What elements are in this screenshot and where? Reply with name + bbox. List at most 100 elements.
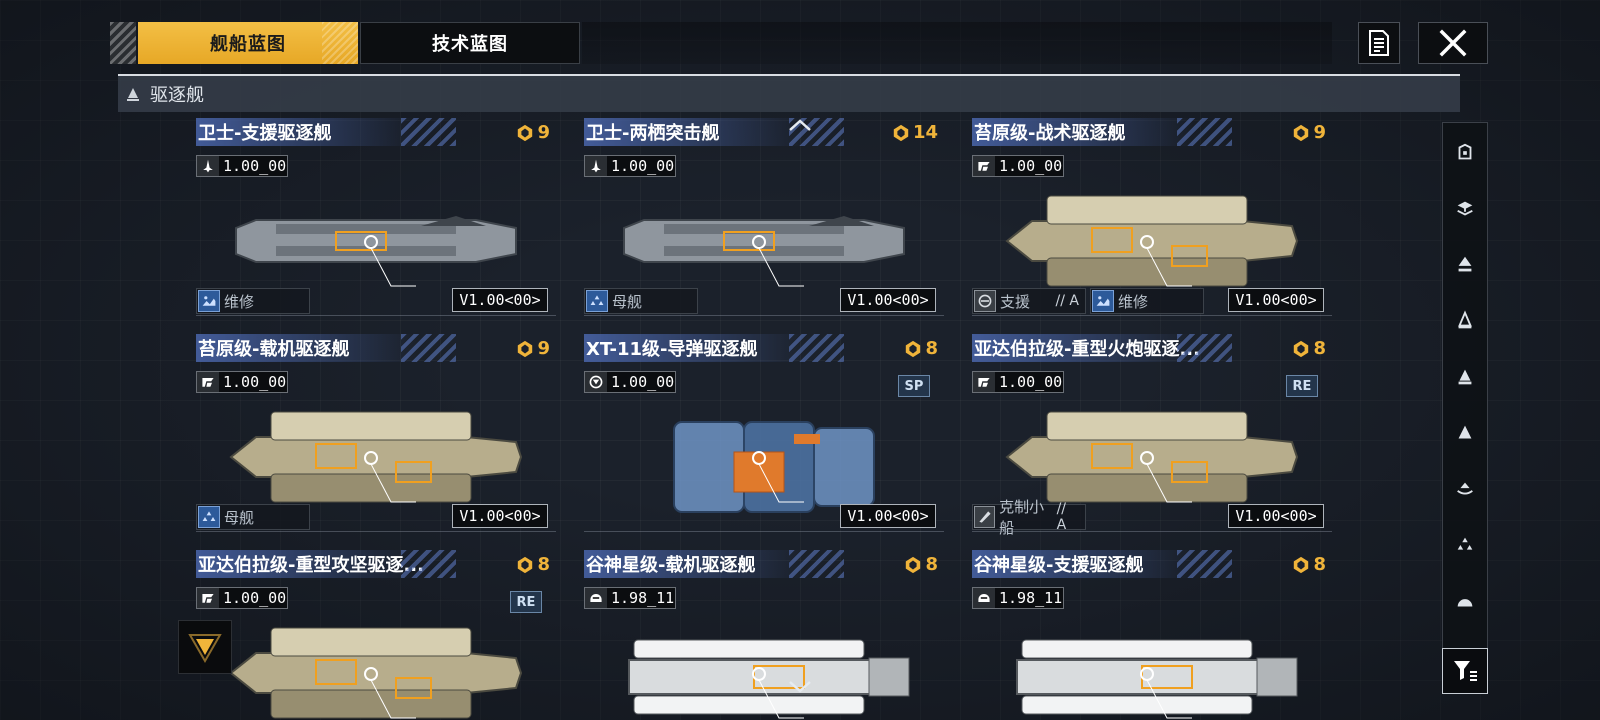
card-baseline xyxy=(972,531,1332,532)
card-baseline xyxy=(584,315,944,316)
helmet-icon xyxy=(590,594,602,602)
blueprint-cost: 9 xyxy=(516,338,550,359)
rail-class-filter[interactable] xyxy=(1443,355,1487,399)
destroyer-icon xyxy=(1458,310,1472,329)
scroll-down-icon[interactable] xyxy=(788,680,812,694)
scroll-up-icon[interactable] xyxy=(788,118,812,132)
coin-icon xyxy=(518,124,533,141)
cost-value: 9 xyxy=(537,338,550,359)
role-tag: 母舰 xyxy=(196,504,310,530)
blueprint-cost: 8 xyxy=(1292,338,1326,359)
role-icon-wrap xyxy=(1092,290,1114,312)
fighter-icon xyxy=(203,159,213,173)
support-icon xyxy=(978,294,992,308)
tab-tech-blueprint[interactable]: 技术蓝图 xyxy=(360,22,580,64)
ship-name: XT-11级-导弹驱逐舰 xyxy=(586,339,758,360)
role-icon-wrap xyxy=(198,506,220,528)
faction-icon xyxy=(202,594,214,603)
coin-icon xyxy=(906,556,921,573)
rail-class-filter[interactable] xyxy=(1443,187,1487,231)
role-tag: 母舰 xyxy=(584,288,698,314)
ship-name: 苔原级-载机驱逐舰 xyxy=(198,339,350,360)
role-grade: // A xyxy=(1056,501,1067,533)
tab-label: 舰船蓝图 xyxy=(210,34,286,55)
role-tag: 维修 xyxy=(196,288,310,314)
ship-blueprint-render xyxy=(673,421,875,513)
counter-icon xyxy=(978,511,991,523)
cruiser-icon xyxy=(1458,369,1472,385)
flagship-icon xyxy=(1458,143,1472,160)
close-icon xyxy=(1439,29,1467,57)
corner-rank-badge[interactable] xyxy=(178,620,232,674)
rail-class-filter[interactable] xyxy=(1443,467,1487,511)
ship-name: 谷神星级-支援驱逐舰 xyxy=(974,555,1144,576)
carrier-class-icon xyxy=(1457,482,1473,495)
ship-name: 谷神星级-载机驱逐舰 xyxy=(586,555,756,576)
rail-class-filter[interactable] xyxy=(1443,411,1487,455)
ship-name-banner: 谷神星级-载机驱逐舰 xyxy=(584,550,844,578)
role-label: 维修 xyxy=(224,292,255,311)
cost-value: 9 xyxy=(1313,122,1326,143)
cost-value: 9 xyxy=(537,122,550,143)
cost-value: 8 xyxy=(925,554,938,575)
ship-blueprint-render xyxy=(1016,639,1298,719)
card-baseline xyxy=(196,315,556,316)
coin-icon xyxy=(893,124,909,141)
tab-stripe-decoration xyxy=(110,22,136,64)
role-grade: // A xyxy=(1055,293,1079,309)
blueprint-version-tag: V1.00<00> xyxy=(1228,288,1324,312)
rail-class-filter[interactable] xyxy=(1443,299,1487,343)
tab-ship-blueprint[interactable]: 舰船蓝图 xyxy=(138,22,358,64)
blueprint-version-tag: V1.00<00> xyxy=(452,504,548,528)
coin-icon xyxy=(1294,124,1309,141)
card-baseline xyxy=(584,531,944,532)
category-label: 驱逐舰 xyxy=(150,85,204,106)
ship-card[interactable]: 卫士-支援驱逐舰 9 1.00_00 维修 V1.00<00> xyxy=(196,118,556,323)
ship-card[interactable]: 苔原级-载机驱逐舰 9 1.00_00 母舰 V1.00<00> xyxy=(196,334,556,539)
faction-icon xyxy=(978,378,990,387)
cost-value: 8 xyxy=(1313,338,1326,359)
ship-card[interactable]: 谷神星级-支援驱逐舰 8 1.98_11 xyxy=(972,550,1332,720)
ship-name-banner: 谷神星级-支援驱逐舰 xyxy=(972,550,1232,578)
blueprint-version-tag: V1.00<00> xyxy=(452,288,548,312)
ship-name: 卫士-两栖突击舰 xyxy=(586,123,720,144)
faction-icon xyxy=(202,378,214,387)
rail-class-filter[interactable] xyxy=(1443,579,1487,623)
tab-label: 技术蓝图 xyxy=(432,34,508,55)
rail-class-filter[interactable] xyxy=(1443,243,1487,287)
ship-card[interactable]: XT-11级-导弹驱逐舰 8 1.00_00 SP V1.00<00> xyxy=(584,334,944,539)
ship-blueprint-render xyxy=(628,639,910,719)
role-label: 母舰 xyxy=(224,508,255,527)
document-button[interactable] xyxy=(1358,22,1400,64)
ship-card[interactable]: 亚达伯拉级-重型火炮驱逐... 8 1.00_00 RE 克制小船// A V1.00<0… xyxy=(972,334,1332,539)
auxiliary-icon xyxy=(1457,537,1473,550)
ship-blueprint-render xyxy=(229,411,523,503)
helmet-icon xyxy=(978,594,990,602)
ship-name-banner: 亚达伯拉级-重型火炮驱逐... xyxy=(972,334,1232,362)
blueprint-cost: 14 xyxy=(892,122,938,143)
ship-card[interactable]: 卫士-两栖突击舰 14 1.00_00 母舰 V1.00<00> xyxy=(584,118,944,323)
ship-card[interactable]: 谷神星级-载机驱逐舰 8 1.98_11 xyxy=(584,550,944,720)
ship-name-banner: 苔原级-载机驱逐舰 xyxy=(196,334,456,362)
ship-blueprint-render xyxy=(235,216,517,287)
ship-card[interactable]: 亚达伯拉级-重型攻坚驱逐... 8 1.00_00 RE xyxy=(196,550,556,720)
blueprint-version-tag: V1.00<00> xyxy=(840,504,936,528)
ship-name-banner: 卫士-支援驱逐舰 xyxy=(196,118,456,146)
cost-value: 8 xyxy=(537,554,550,575)
role-tag: 支援 // A xyxy=(972,288,1086,314)
faction-icon xyxy=(978,162,990,171)
ship-blueprint-render xyxy=(623,216,905,287)
class-filter-rail xyxy=(1442,122,1488,682)
blueprint-version-tag: V1.00<00> xyxy=(840,288,936,312)
rail-class-filter[interactable] xyxy=(1443,131,1487,175)
blueprint-cost: 9 xyxy=(516,122,550,143)
ship-card[interactable]: 苔原级-战术驱逐舰 9 1.00_00 支援// A 维修 V1.00<00> xyxy=(972,118,1332,323)
category-header[interactable]: 驱逐舰 xyxy=(118,74,1460,112)
close-button[interactable] xyxy=(1418,22,1488,64)
role-icon-wrap xyxy=(974,506,996,528)
top-tab-bar: 舰船蓝图 技术蓝图 xyxy=(110,22,1488,64)
card-baseline xyxy=(972,315,1332,316)
filter-button[interactable] xyxy=(1442,648,1488,694)
rail-class-filter[interactable] xyxy=(1443,523,1487,567)
ring-icon xyxy=(589,375,603,389)
